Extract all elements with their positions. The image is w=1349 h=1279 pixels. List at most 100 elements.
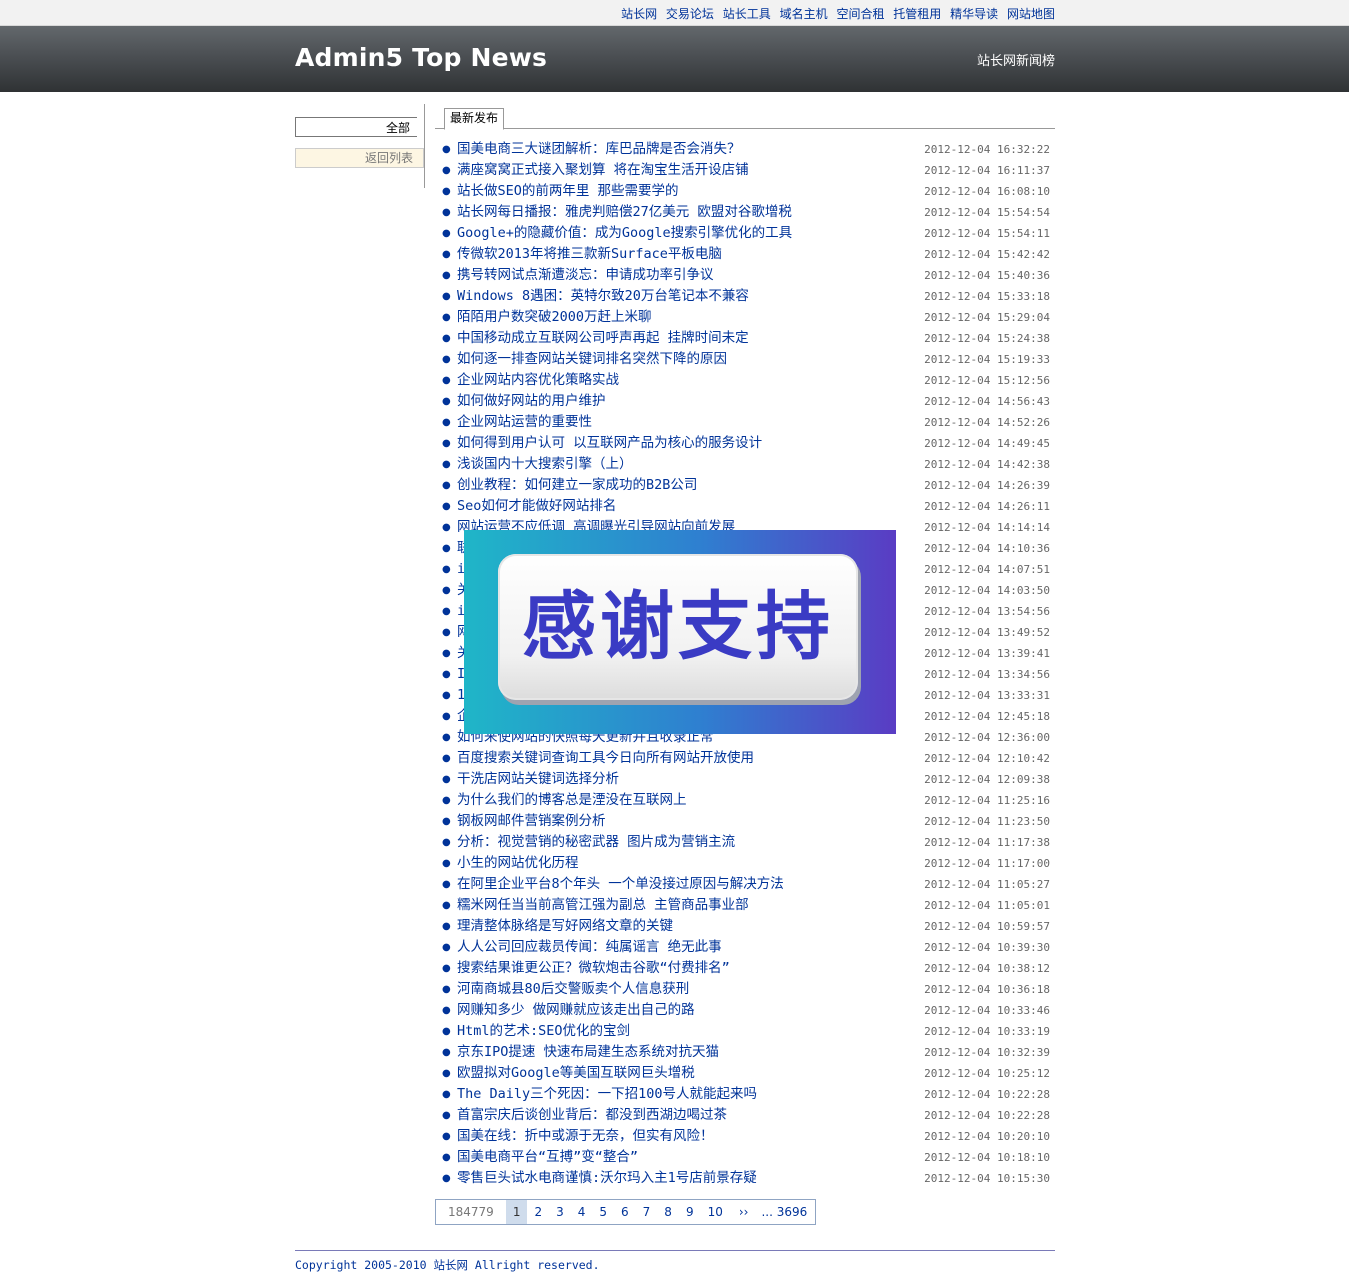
page-link[interactable]: 4 (571, 1200, 593, 1224)
news-title-link[interactable]: 在阿里企业平台8个年头 一个单没接过原因与解决方法 (457, 874, 784, 895)
page-link[interactable]: 8 (657, 1200, 679, 1224)
news-item: ● 人人公司回应裁员传闻：纯属谣言 绝无此事 2012-12-04 10:39:30 (435, 937, 1055, 958)
news-timestamp: 2012-12-04 10:25:12 (924, 1067, 1050, 1080)
top-links: 站长网 交易论坛 站长工具 域名主机 空间合租 托管租用 精华导读 网站地图 (616, 5, 1055, 22)
page-link[interactable]: 2 (527, 1200, 549, 1224)
page-link[interactable]: 10 (701, 1200, 730, 1224)
news-title-link[interactable]: Html的艺术:SEO优化的宝剑 (457, 1021, 630, 1042)
news-title-link[interactable]: 搜索结果谁更公正？微软炮击谷歌“付费排名” (457, 958, 730, 979)
news-title-link[interactable]: 创业教程：如何建立一家成功的B2B公司 (457, 475, 697, 496)
news-item: ● 欧盟拟对Google等美国互联网巨头增税 2012-12-04 10:25:12 (435, 1063, 1055, 1084)
news-timestamp: 2012-12-04 10:39:30 (924, 941, 1050, 954)
news-title-link[interactable]: 河南商城县80后交警贩卖个人信息获刑 (457, 979, 689, 1000)
bullet-icon: ● (442, 354, 451, 365)
news-item: ● 携号转网试点渐遭淡忘：申请成功率引争议 2012-12-04 15:40:36 (435, 265, 1055, 286)
news-title-link[interactable]: 首富宗庆后谈创业背后：都没到西湖边喝过茶 (457, 1105, 727, 1126)
news-item: ● 站长做SEO的前两年里 那些需要学的 2012-12-04 16:08:10 (435, 181, 1055, 202)
back-to-list-button[interactable]: 返回列表 (295, 148, 424, 168)
news-title-link[interactable]: 百度搜索关键词查询工具今日向所有网站开放使用 (457, 748, 754, 769)
news-title-link[interactable]: 站长网每日播报：雅虎判赔偿27亿美元 欧盟对谷歌增税 (457, 202, 792, 223)
bullet-icon: ● (442, 1152, 451, 1163)
news-item: ● 小生的网站优化历程 2012-12-04 11:17:00 (435, 853, 1055, 874)
header-subtitle: 站长网新闻榜 (976, 54, 1055, 69)
news-title-link[interactable]: 陌陌用户数突破2000万赶上米聊 (457, 307, 652, 328)
page-link[interactable]: 5 (592, 1200, 614, 1224)
news-timestamp: 2012-12-04 14:14:14 (924, 521, 1050, 534)
news-title-link[interactable]: 为什么我们的博客总是湮没在互联网上 (457, 790, 687, 811)
news-timestamp: 2012-12-04 10:15:30 (924, 1172, 1050, 1185)
news-timestamp: 2012-12-04 13:54:56 (924, 605, 1050, 618)
bullet-icon: ● (442, 375, 451, 386)
news-title-link[interactable]: 满座窝窝正式接入聚划算 将在淘宝生活开设店铺 (457, 160, 749, 181)
news-timestamp: 2012-12-04 14:42:38 (924, 458, 1050, 471)
news-timestamp: 2012-12-04 15:29:04 (924, 311, 1050, 324)
news-title-link[interactable]: 京东IPO提速 快速布局建生态系统对抗天猫 (457, 1042, 719, 1063)
news-title-link[interactable]: 中国移动成立互联网公司呼声再起 挂牌时间未定 (457, 328, 749, 349)
top-link[interactable]: 网站地图 (1007, 7, 1055, 21)
news-title-link[interactable]: The Daily三个死因：一下招100号人就能起来吗 (457, 1084, 757, 1105)
news-item: ● 京东IPO提速 快速布局建生态系统对抗天猫 2012-12-04 10:32:3… (435, 1042, 1055, 1063)
news-title-link[interactable]: 分析：视觉营销的秘密武器 图片成为营销主流 (457, 832, 735, 853)
page-link[interactable]: 9 (679, 1200, 701, 1224)
news-title-link[interactable]: 站长做SEO的前两年里 那些需要学的 (457, 181, 679, 202)
news-timestamp: 2012-12-04 10:22:28 (924, 1088, 1050, 1101)
news-title-link[interactable]: 网赚知多少 做网赚就应该走出自己的路 (457, 1000, 695, 1021)
news-title-link[interactable]: 干洗店网站关键词选择分析 (457, 769, 619, 790)
news-title-link[interactable]: 企业网站内容优化策略实战 (457, 370, 619, 391)
top-link[interactable]: 站长网 (621, 7, 657, 21)
bullet-icon: ● (442, 1047, 451, 1058)
news-title-link[interactable]: 携号转网试点渐遭淡忘：申请成功率引争议 (457, 265, 714, 286)
news-title-link[interactable]: 糯米网任当当前高管江强为副总 主管商品事业部 (457, 895, 749, 916)
news-title-link[interactable]: 人人公司回应裁员传闻：纯属谣言 绝无此事 (457, 937, 722, 958)
news-timestamp: 2012-12-04 15:19:33 (924, 353, 1050, 366)
sidebar-item-all[interactable]: 全部 (295, 117, 417, 137)
top-link[interactable]: 交易论坛 (666, 7, 714, 21)
news-title-link[interactable]: 钢板网邮件营销案例分析 (457, 811, 606, 832)
news-title-link[interactable]: Windows 8遇困：英特尔致20万台笔记本不兼容 (457, 286, 749, 307)
page-link[interactable]: 3 (549, 1200, 571, 1224)
news-title-link[interactable]: 国美电商三大谜团解析：库巴品牌是否会消失？ (457, 139, 741, 160)
news-title-link[interactable]: Seo如何才能做好网站排名 (457, 496, 616, 517)
next-page-link[interactable]: ›› (730, 1200, 758, 1224)
total-count: 184779 (448, 1205, 494, 1219)
news-title-link[interactable]: 浅谈国内十大搜索引擎（上） (457, 454, 633, 475)
news-item: ● 钢板网邮件营销案例分析 2012-12-04 11:23:50 (435, 811, 1055, 832)
news-item: ● 站长网每日播报：雅虎判赔偿27亿美元 欧盟对谷歌增税 2012-12-04 15… (435, 202, 1055, 223)
site-title[interactable]: Admin5 Top News (295, 43, 547, 72)
news-title-link[interactable]: 传微软2013年将推三款新Surface平板电脑 (457, 244, 722, 265)
top-link[interactable]: 精华导读 (950, 7, 998, 21)
bullet-icon: ● (442, 543, 451, 554)
news-title-link[interactable]: 欧盟拟对Google等美国互联网巨头增税 (457, 1063, 695, 1084)
news-title-link[interactable]: 国美电商平台“互搏”变“整合” (457, 1147, 638, 1168)
news-item: ● 理清整体脉络是写好网络文章的关键 2012-12-04 10:59:57 (435, 916, 1055, 937)
news-title-link[interactable]: 国美在线：折中或源于无奈，但实有风险！ (457, 1126, 714, 1147)
news-title-link[interactable]: 零售巨头试水电商谨慎:沃尔玛入主1号店前景存疑 (457, 1168, 757, 1189)
news-item: ● 搜索结果谁更公正？微软炮击谷歌“付费排名” 2012-12-04 10:38:1… (435, 958, 1055, 979)
bullet-icon: ● (442, 1005, 451, 1016)
news-title-link[interactable]: 理清整体脉络是写好网络文章的关键 (457, 916, 673, 937)
news-item: ● 如何逐一排查网站关键词排名突然下降的原因 2012-12-04 15:19:33 (435, 349, 1055, 370)
top-link[interactable]: 站长工具 (723, 7, 771, 21)
news-timestamp: 2012-12-04 14:07:51 (924, 563, 1050, 576)
news-title-link[interactable]: 如何做好网站的用户维护 (457, 391, 606, 412)
bullet-icon: ● (442, 690, 451, 701)
news-title-link[interactable]: 小生的网站优化历程 (457, 853, 579, 874)
tab-latest[interactable]: 最新发布 (444, 108, 505, 130)
bullet-icon: ● (442, 480, 451, 491)
bullet-icon: ● (442, 585, 451, 596)
news-title-link[interactable]: 企业网站运营的重要性 (457, 412, 592, 433)
top-link[interactable]: 空间合租 (836, 7, 884, 21)
last-page-link[interactable]: ... 3696 (757, 1200, 815, 1224)
page-link[interactable]: 7 (636, 1200, 658, 1224)
top-link[interactable]: 托管租用 (893, 7, 941, 21)
news-timestamp: 2012-12-04 16:11:37 (924, 164, 1050, 177)
news-title-link[interactable]: 如何得到用户认可 以互联网产品为核心的服务设计 (457, 433, 762, 454)
news-title-link[interactable]: 如何逐一排查网站关键词排名突然下降的原因 (457, 349, 727, 370)
bullet-icon: ● (442, 207, 451, 218)
news-title-link[interactable]: Google+的隐藏价值：成为Google搜索引擎优化的工具 (457, 223, 792, 244)
page-link[interactable]: 6 (614, 1200, 636, 1224)
news-timestamp: 2012-12-04 12:45:18 (924, 710, 1050, 723)
bullet-icon: ● (442, 291, 451, 302)
news-timestamp: 2012-12-04 12:10:42 (924, 752, 1050, 765)
top-link[interactable]: 域名主机 (780, 7, 828, 21)
